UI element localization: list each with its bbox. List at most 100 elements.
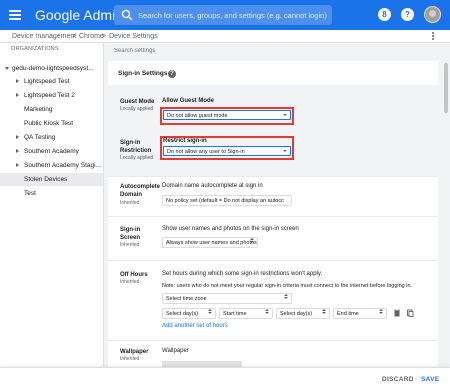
wallpaper-label: Wallpaper: [120, 349, 149, 355]
dropdown-arrow-icon: [265, 309, 269, 314]
help-icon[interactable]: ?: [401, 8, 414, 21]
copy-icon[interactable]: [406, 309, 414, 317]
off-hours-label: Off Hours: [120, 272, 148, 278]
dropdown-arrow-icon: [284, 294, 288, 299]
org-item-label: Public Kiosk Test: [24, 120, 74, 127]
save-button[interactable]: SAVE: [421, 376, 439, 383]
org-item-southern-academy-staging[interactable]: Southern Academy Stagi...: [0, 159, 103, 172]
sign-in-screen-value: Always show user names and photos: [166, 240, 257, 246]
expand-caret-icon[interactable]: [16, 163, 19, 167]
add-hours-link[interactable]: Add another set of hours: [162, 323, 228, 329]
sign-in-restriction-label: Sign-in Restriction: [120, 140, 152, 154]
guest-mode-value: Do not allow guest mode: [167, 112, 228, 119]
org-item-test[interactable]: Test: [0, 187, 103, 200]
delete-icon[interactable]: [393, 309, 401, 317]
global-search[interactable]: [114, 5, 332, 25]
breadcrumb-separator: >: [72, 33, 77, 40]
breadcrumb-device-settings: Device Settings: [109, 33, 158, 40]
org-item-root[interactable]: gedu-demo-lightspeedsyst...: [0, 62, 103, 75]
org-item-lightspeed-test[interactable]: Lightspeed Test: [0, 75, 103, 88]
expand-caret-icon[interactable]: [16, 149, 19, 153]
sign-in-screen-select[interactable]: Always show user names and photos: [162, 237, 258, 248]
collapse-caret-icon[interactable]: [5, 67, 9, 70]
sign-in-screen-title: Show user names and photos on the sign-i…: [162, 226, 299, 232]
org-panel-header: ORGANIZATIONS: [11, 46, 59, 52]
global-search-input[interactable]: [136, 5, 330, 25]
org-item-lightspeed-test-2[interactable]: Lightspeed Test 2: [0, 89, 103, 102]
settings-card: Guest Mode Locally applied Allow Guest M…: [108, 90, 438, 391]
menu-icon[interactable]: [8, 8, 22, 22]
divider: [108, 340, 438, 341]
sign-in-restriction-value: Do not allow any user to Sign-in: [167, 148, 245, 155]
end-time-select[interactable]: End time: [333, 308, 387, 319]
org-item-label: Stolen Devices: [24, 176, 68, 183]
sign-in-restriction-status: Locally applied: [120, 155, 154, 161]
action-bar: DISCARD SAVE: [0, 367, 450, 391]
breadcrumb: Device management > Chrome > Device Sett…: [0, 30, 450, 43]
more-options-icon[interactable]: [430, 31, 436, 42]
org-item-public-kiosk-test[interactable]: Public Kiosk Test: [0, 117, 103, 130]
sign-in-screen-label: Sign-in Screen: [120, 227, 141, 241]
expand-caret-icon[interactable]: [16, 79, 19, 83]
off-hours-note: Note: users who do not meet your regular…: [162, 283, 413, 289]
dropdown-arrow-icon: [208, 309, 212, 314]
discard-button[interactable]: DISCARD: [382, 376, 414, 383]
section-help-icon[interactable]: ?: [168, 69, 176, 78]
org-item-marketing[interactable]: Marketing: [0, 103, 103, 116]
org-item-stolen-devices[interactable]: Stolen Devices: [0, 173, 103, 186]
breadcrumb-device-management[interactable]: Device management: [12, 33, 76, 40]
org-item-label: Lightspeed Test: [24, 78, 70, 85]
expand-caret-icon[interactable]: [16, 93, 19, 97]
dropdown-arrow-icon: [322, 309, 326, 314]
org-item-label: Marketing: [24, 106, 53, 113]
sign-in-restriction-select[interactable]: Do not allow any user to Sign-in: [163, 146, 291, 156]
start-time-value: Start time: [223, 311, 247, 317]
locally-applied-group: [108, 90, 438, 176]
autocomplete-domain-value: No policy set (default = Do not display …: [166, 198, 284, 204]
divider: [108, 176, 438, 177]
guest-mode-label: Guest Mode: [120, 99, 155, 105]
dropdown-arrow-icon: [283, 114, 287, 116]
divider: [108, 216, 438, 217]
expand-caret-icon[interactable]: [16, 135, 19, 139]
timezone-select[interactable]: Select time zone: [162, 293, 292, 304]
org-item-label: Southern Academy Stagi...: [24, 162, 101, 169]
sign-in-restriction-title: Restrict sign-in: [163, 138, 207, 144]
dropdown-arrow-icon: [283, 150, 287, 152]
wallpaper-status: Inherited: [120, 356, 140, 362]
timezone-value: Select time zone: [166, 296, 207, 302]
start-day-select[interactable]: Select day(s): [162, 308, 216, 319]
divider: [108, 260, 438, 261]
settings-search-input[interactable]: [114, 45, 314, 57]
org-item-label: QA Testing: [24, 134, 56, 141]
notification-badge-icon[interactable]: 8: [378, 8, 391, 21]
org-tree-panel: ORGANIZATIONS gedu-demo-lightspeedsyst..…: [0, 43, 104, 391]
autocomplete-domain-status: Inherited: [120, 200, 140, 206]
start-time-select[interactable]: Start time: [219, 308, 273, 319]
section-header-card: Sign-in Settings ?: [108, 61, 438, 85]
org-item-label: gedu-demo-lightspeedsyst...: [12, 65, 94, 72]
breadcrumb-separator: >: [102, 33, 107, 40]
brand-name: Google: [35, 7, 81, 23]
autocomplete-domain-select[interactable]: No policy set (default = Do not display …: [162, 195, 292, 206]
org-item-label: Test: [24, 190, 36, 197]
off-hours-status: Inherited: [120, 279, 140, 285]
guest-mode-select[interactable]: Do not allow guest mode: [163, 110, 291, 120]
org-item-label: Lightspeed Test 2: [24, 92, 75, 99]
dropdown-arrow-icon: [379, 309, 383, 314]
scrollbar-thumb[interactable]: [444, 63, 448, 113]
guest-mode-status: Locally applied: [120, 106, 154, 112]
off-hours-title: Set hours during which some sign-in rest…: [162, 271, 323, 277]
org-item-qa-testing[interactable]: QA Testing: [0, 131, 103, 144]
end-day-value: Select day(s): [280, 311, 313, 317]
breadcrumb-chrome[interactable]: Chrome: [79, 33, 104, 40]
end-time-value: End time: [337, 311, 359, 317]
dropdown-arrow-icon: [250, 238, 254, 243]
start-day-value: Select day(s): [166, 311, 199, 317]
settings-content: Sign-in Settings ? Guest Mode Locally ap…: [104, 43, 450, 391]
app-logo[interactable]: Google Admin: [35, 7, 123, 23]
autocomplete-domain-label: Autocomplete Domain: [120, 184, 161, 198]
end-day-select[interactable]: Select day(s): [276, 308, 330, 319]
org-item-southern-academy[interactable]: Southern Academy: [0, 145, 103, 158]
account-avatar[interactable]: [424, 6, 441, 23]
